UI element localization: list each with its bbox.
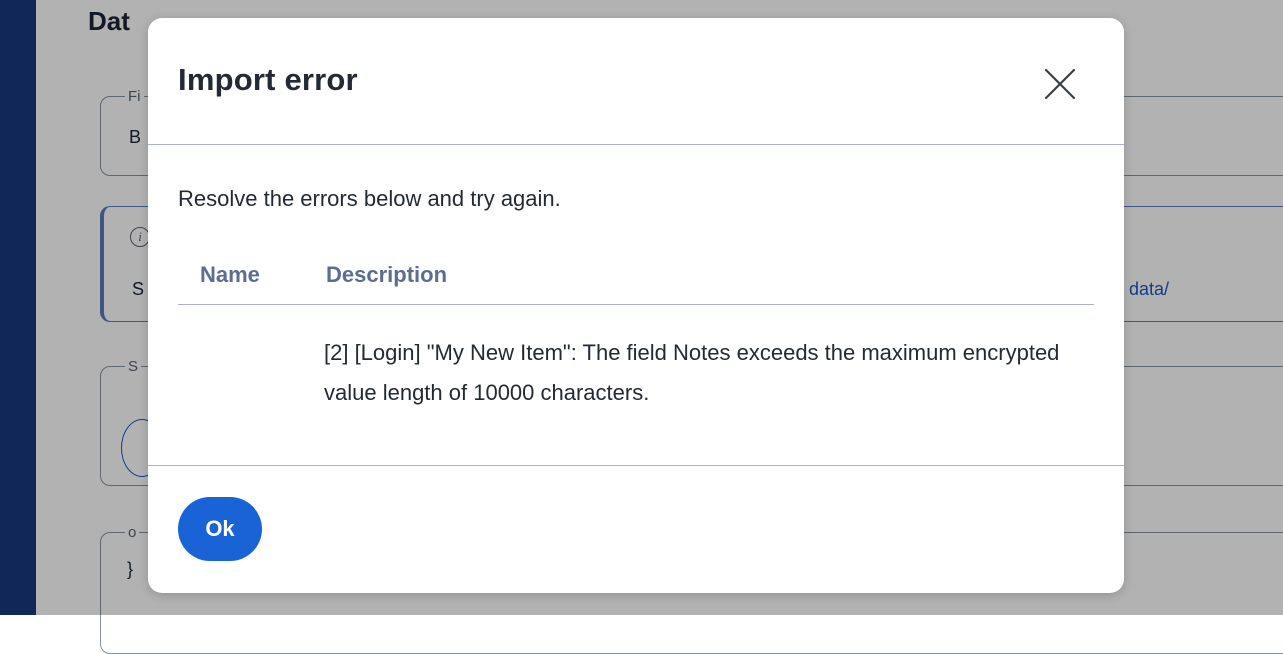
dialog-header: Import error [148,18,1124,145]
column-header-description: Description [326,262,448,287]
dialog-body: Resolve the errors below and try again. … [148,146,1124,466]
table-header-row: Name Description [178,242,1094,305]
column-header-name: Name [200,262,260,287]
import-error-dialog: Import error Resolve the errors below an… [148,18,1124,593]
close-icon [1044,68,1076,100]
ok-button[interactable]: Ok [178,497,262,561]
close-button[interactable] [1038,62,1082,106]
table-cell-description: [2] [Login] "My New Item": The field Not… [324,340,1060,405]
dialog-message: Resolve the errors below and try again. [178,186,561,211]
dialog-footer: Ok [148,465,1124,593]
dialog-title: Import error [178,62,358,97]
table-row: [2] [Login] "My New Item": The field Not… [178,306,1094,436]
